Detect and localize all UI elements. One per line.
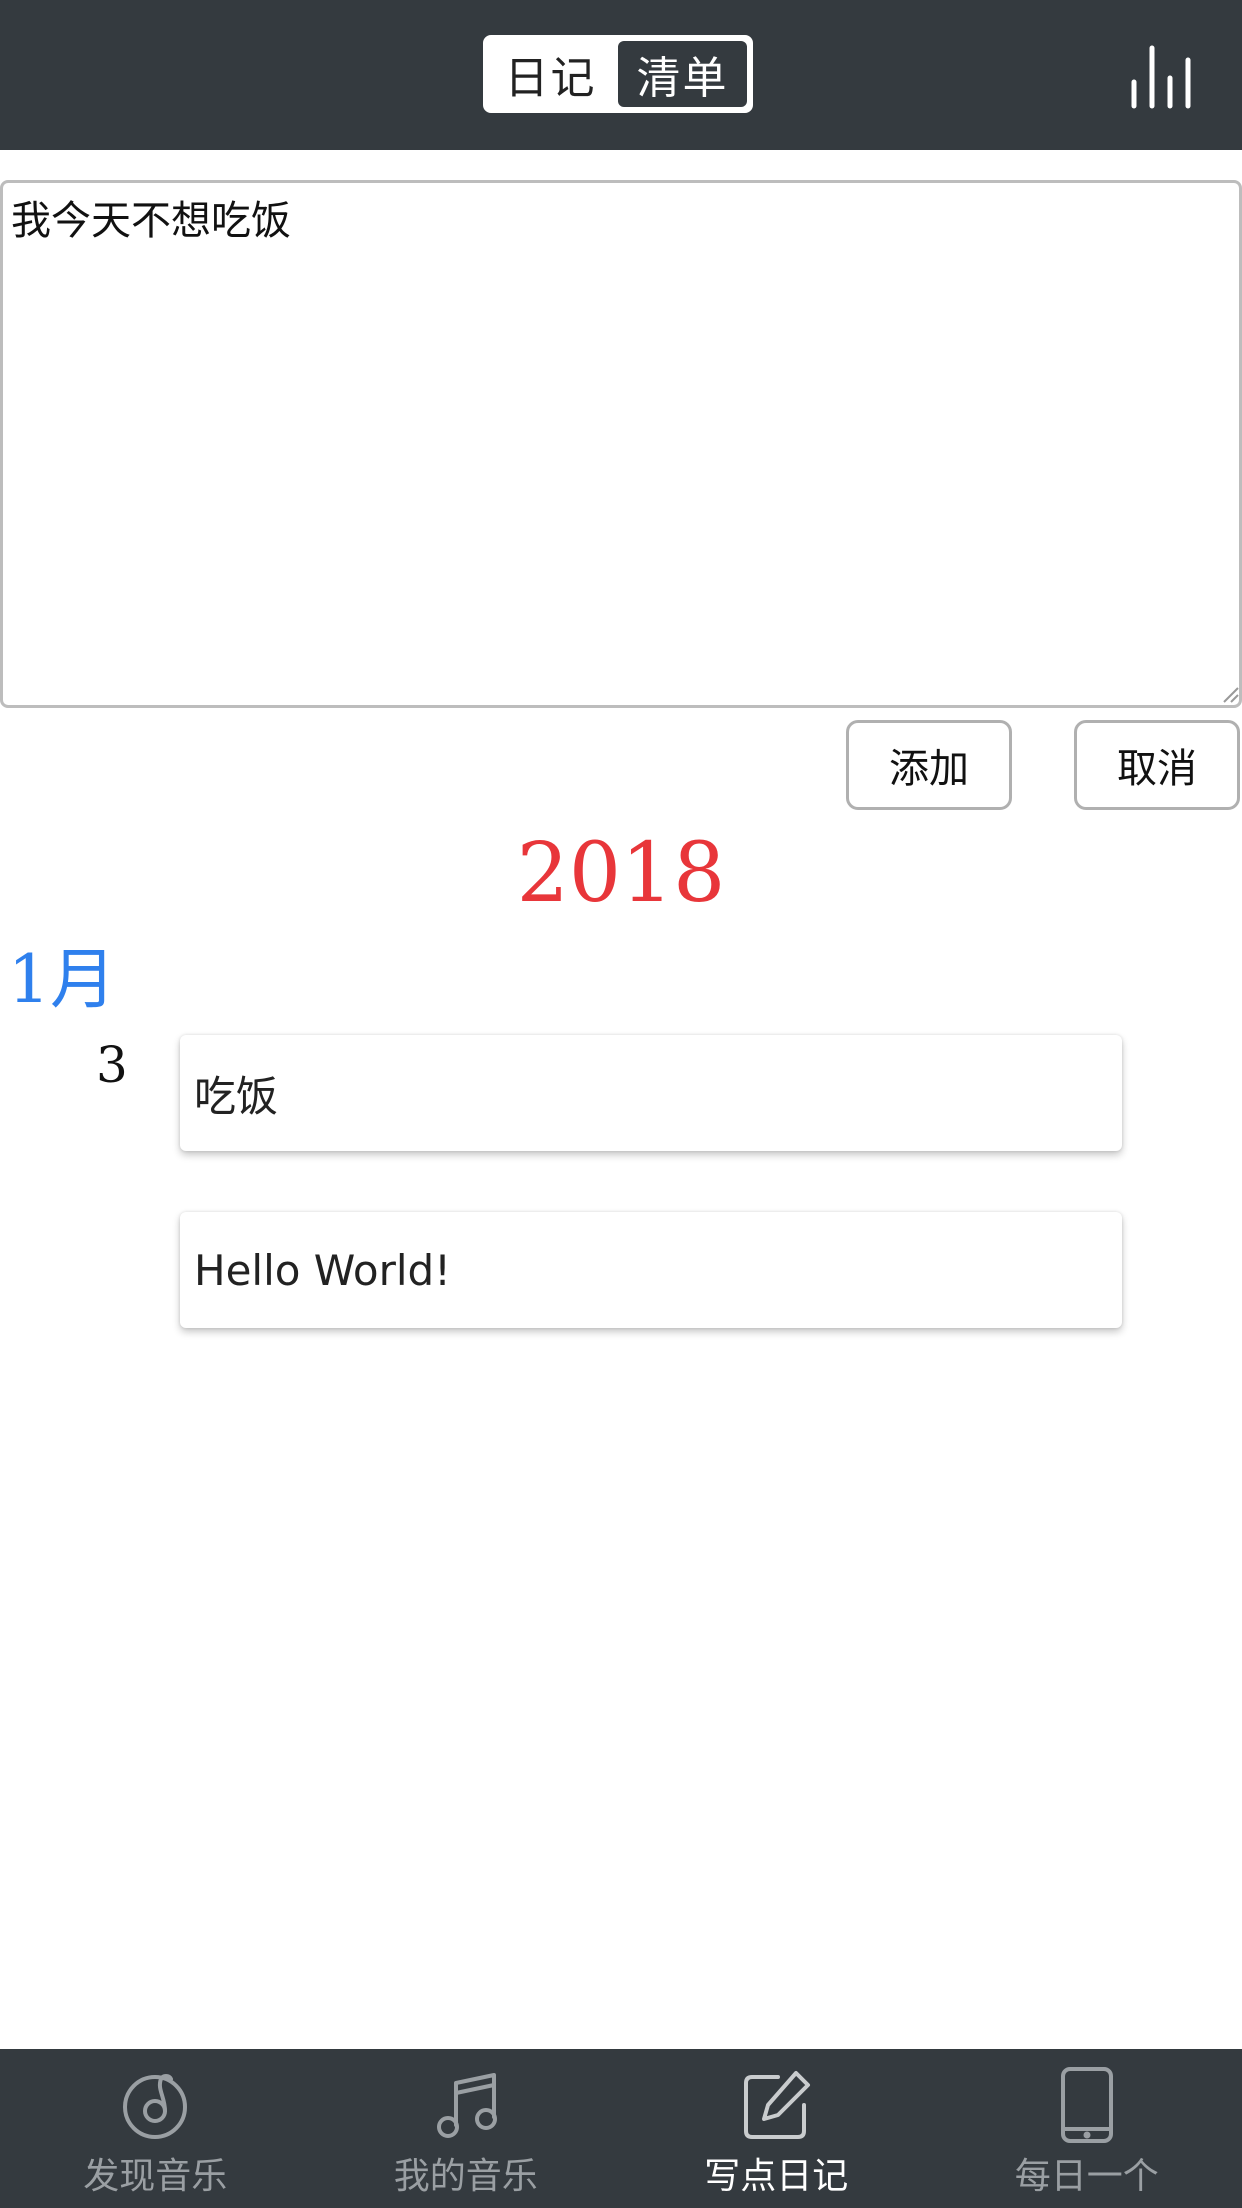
tab-discover-music[interactable]: 发现音乐 — [0, 2049, 311, 2208]
phone-icon — [1060, 2067, 1113, 2143]
top-bar: 日记 清单 — [0, 0, 1242, 150]
cancel-button[interactable]: 取消 — [1074, 720, 1240, 810]
tab-label: 发现音乐 — [83, 2156, 228, 2197]
music-note-icon — [436, 2073, 497, 2138]
month-heading: 1月 — [8, 941, 116, 1018]
tab-label: 每日一个 — [1014, 2156, 1159, 2197]
tab-diary[interactable]: 日记 — [486, 38, 615, 110]
year-heading: 2018 — [516, 826, 726, 921]
resize-handle-icon[interactable] — [1222, 686, 1240, 704]
add-button[interactable]: 添加 — [846, 720, 1012, 810]
day-label: 3 — [96, 1036, 128, 1094]
tab-label: 我的音乐 — [393, 2156, 538, 2197]
tab-my-music[interactable]: 我的音乐 — [311, 2049, 622, 2208]
tab-write-diary[interactable]: 写点日记 — [621, 2049, 932, 2208]
note-textarea[interactable]: 我今天不想吃饭 — [0, 180, 1242, 708]
list-item[interactable]: 吃饭 — [180, 1035, 1122, 1151]
discover-music-icon — [123, 2074, 188, 2139]
page: 日记 清单 我今天不想吃饭 添加 取消 2018 1月 3 吃饭 Hello W… — [0, 0, 1242, 2208]
bottom-tab-bar: 发现音乐 我的音乐 写点日记 每日一个 — [0, 2049, 1242, 2208]
mode-switch: 日记 清单 — [483, 35, 753, 113]
tab-list[interactable]: 清单 — [618, 41, 747, 107]
tab-label: 写点日记 — [704, 2156, 849, 2197]
tab-daily-one[interactable]: 每日一个 — [932, 2049, 1242, 2208]
list-item[interactable]: Hello World! — [180, 1212, 1122, 1328]
bar-chart-icon[interactable] — [1128, 40, 1204, 116]
edit-icon — [744, 2071, 811, 2139]
